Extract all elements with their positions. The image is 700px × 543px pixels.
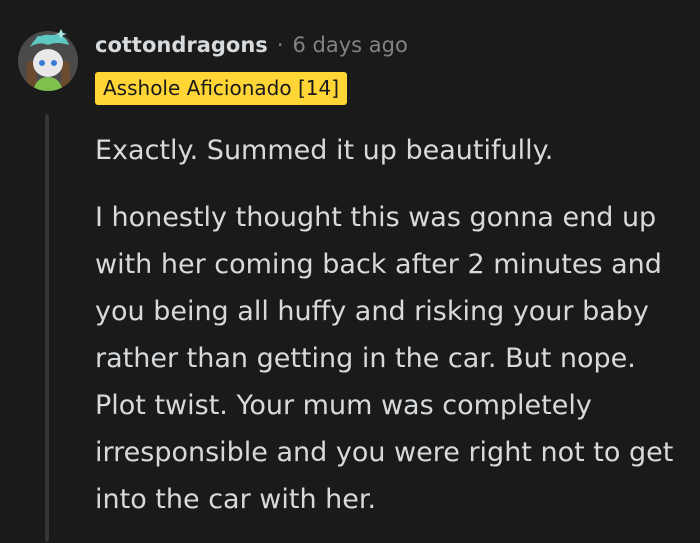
author-name[interactable]: cottondragons [95, 33, 268, 57]
comment-paragraph: Exactly. Summed it up beautifully. [95, 135, 554, 166]
separator-dot: · [276, 33, 284, 57]
comment-paragraph: I honestly thought this was gonna end up… [95, 202, 674, 515]
comment: cottondragons · 6 days ago Asshole Afici… [0, 0, 700, 542]
comment-meta: cottondragons · 6 days ago [95, 30, 408, 60]
timestamp[interactable]: 6 days ago [293, 33, 408, 57]
user-flair: Asshole Aficionado [14] [95, 72, 347, 105]
thread-line[interactable] [45, 114, 49, 542]
user-avatar-icon[interactable] [17, 21, 79, 91]
comment-body: Exactly. Summed it up beautifully. I hon… [95, 127, 685, 543]
